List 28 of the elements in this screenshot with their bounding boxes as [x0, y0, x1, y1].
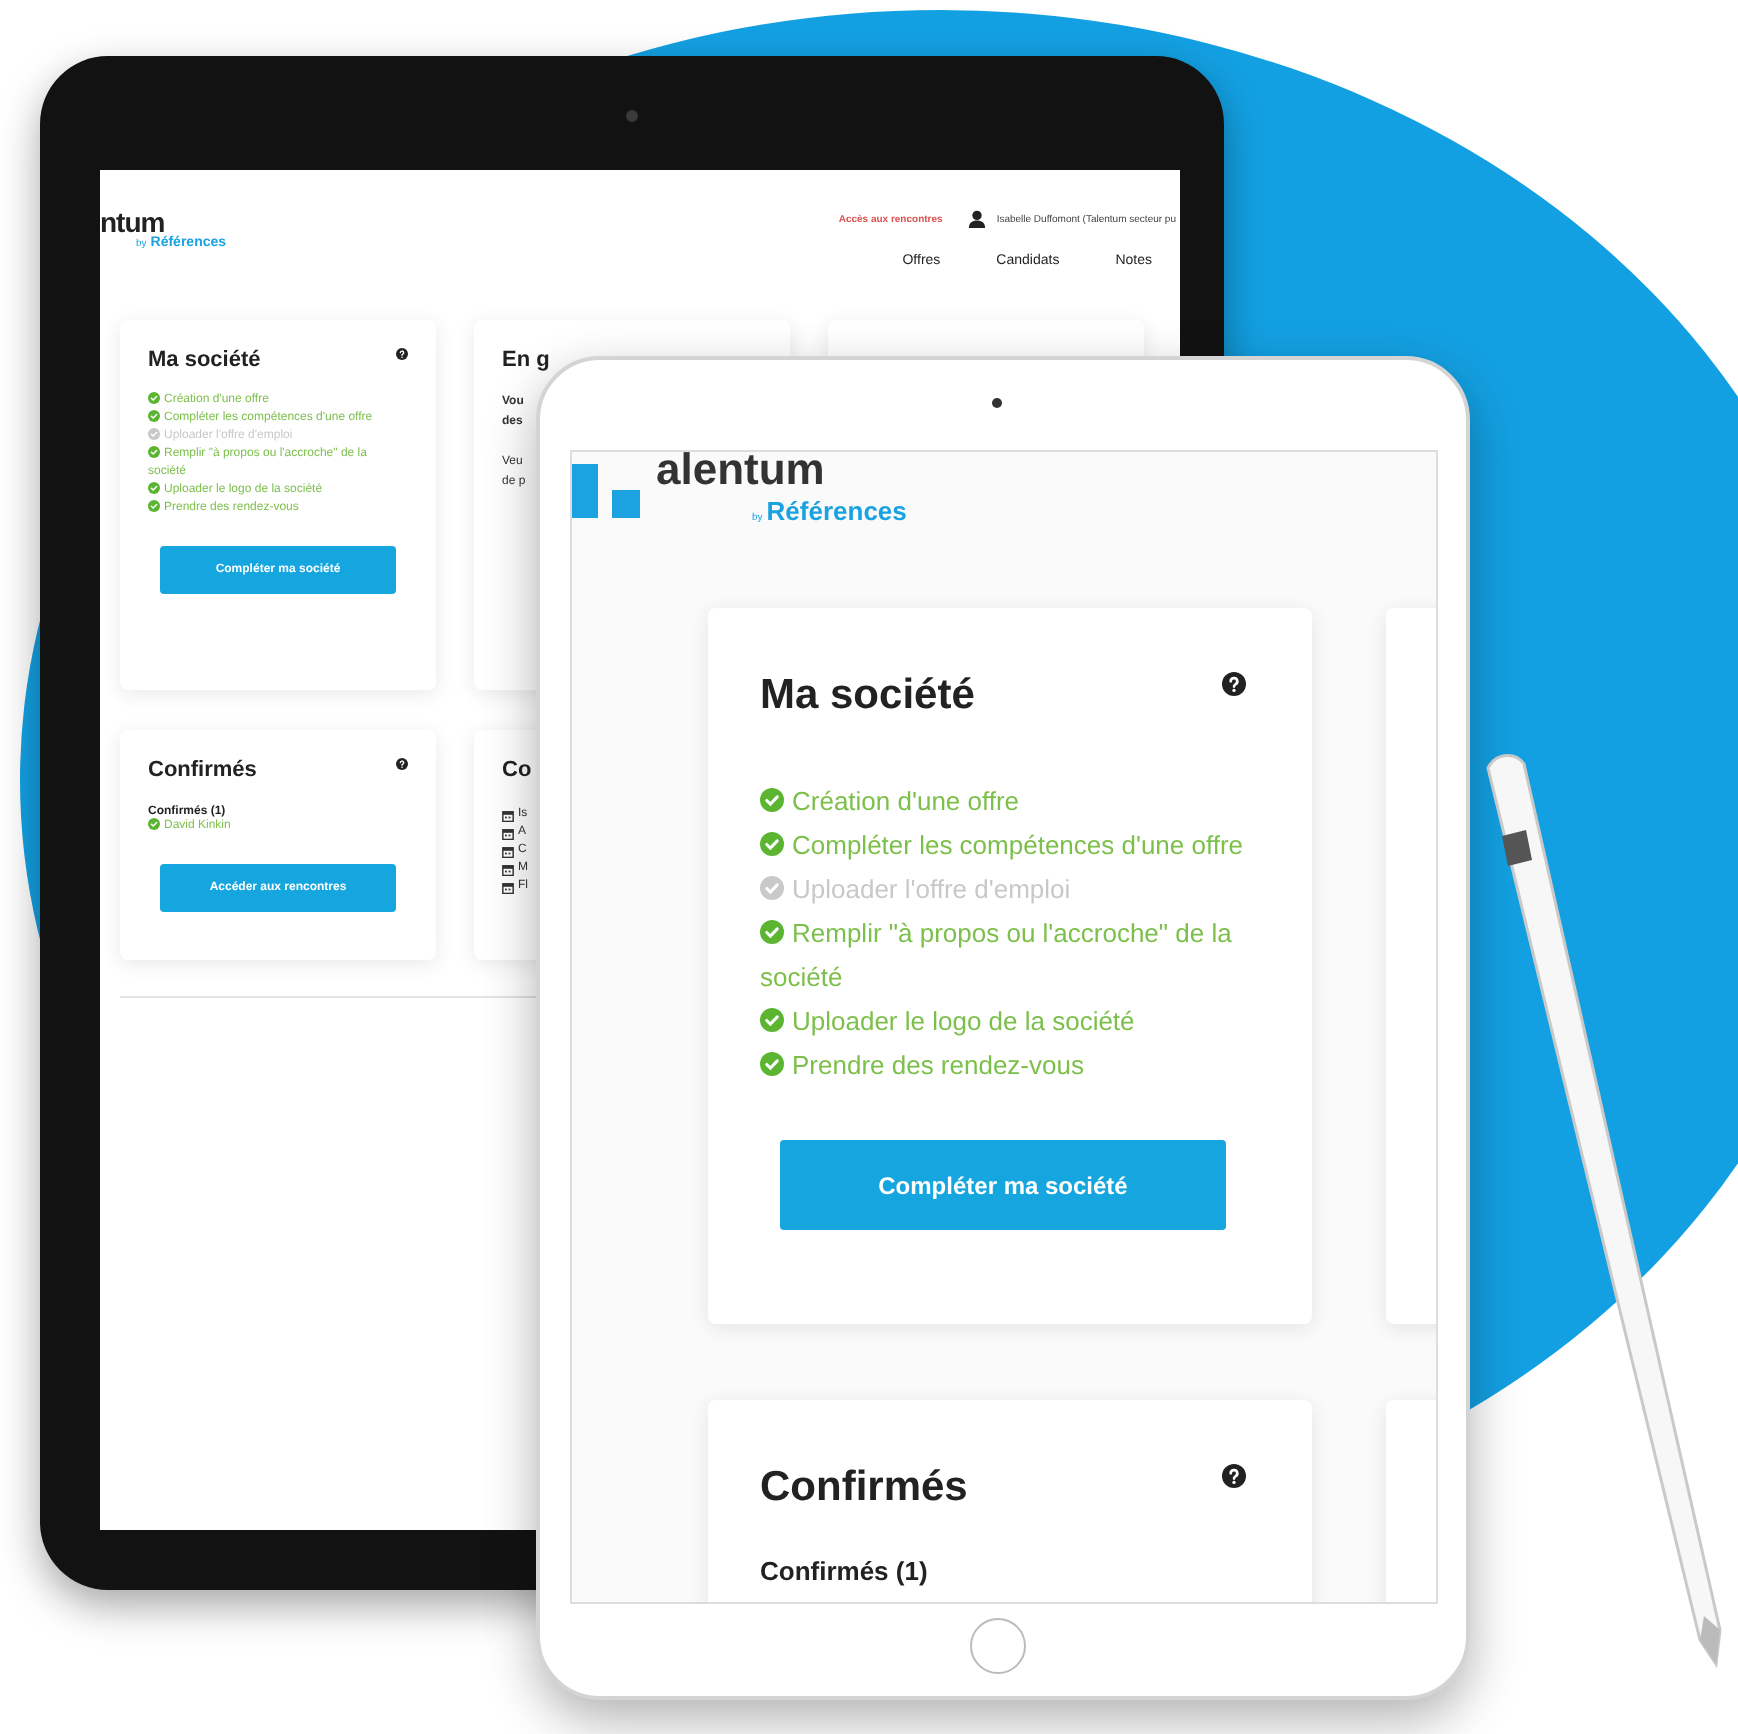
logo-text: alentum	[656, 452, 827, 488]
calendar-icon	[502, 845, 514, 857]
check-icon	[148, 818, 160, 830]
task-label: Uploader le logo de la société	[792, 1006, 1135, 1036]
task-label: Création d'une offre	[792, 786, 1020, 816]
logo-text: ntum	[100, 210, 165, 236]
card-title: Ma société	[148, 348, 261, 372]
card-title: Confirmés	[148, 758, 257, 782]
card-title: Confirmés	[760, 1464, 968, 1512]
complete-button[interactable]: Compléter ma société	[780, 1140, 1226, 1230]
card-title: Ma société	[760, 672, 975, 720]
calendar-icon	[502, 809, 514, 821]
task-label: Compléter les compétences d'une offre	[792, 830, 1244, 860]
task-label: Prendre des rendez-vous	[792, 1050, 1084, 1080]
calendar-icon	[502, 881, 514, 893]
task-label: Remplir "à propos ou l'accroche" de la société	[760, 918, 1232, 992]
card-subtitle: Confirmés (1)	[760, 1556, 930, 1586]
card-title: En g	[502, 348, 550, 372]
help-icon[interactable]	[396, 348, 408, 360]
logo-brand: Références	[766, 496, 907, 526]
user-icon	[968, 210, 987, 228]
help-icon[interactable]	[396, 758, 408, 770]
help-icon[interactable]	[1222, 672, 1246, 696]
help-icon[interactable]	[1222, 1464, 1246, 1488]
calendar-icon	[502, 827, 514, 839]
calendar-icon	[502, 863, 514, 875]
card-title: Co	[502, 758, 532, 782]
logo-mark-icon	[572, 464, 644, 524]
